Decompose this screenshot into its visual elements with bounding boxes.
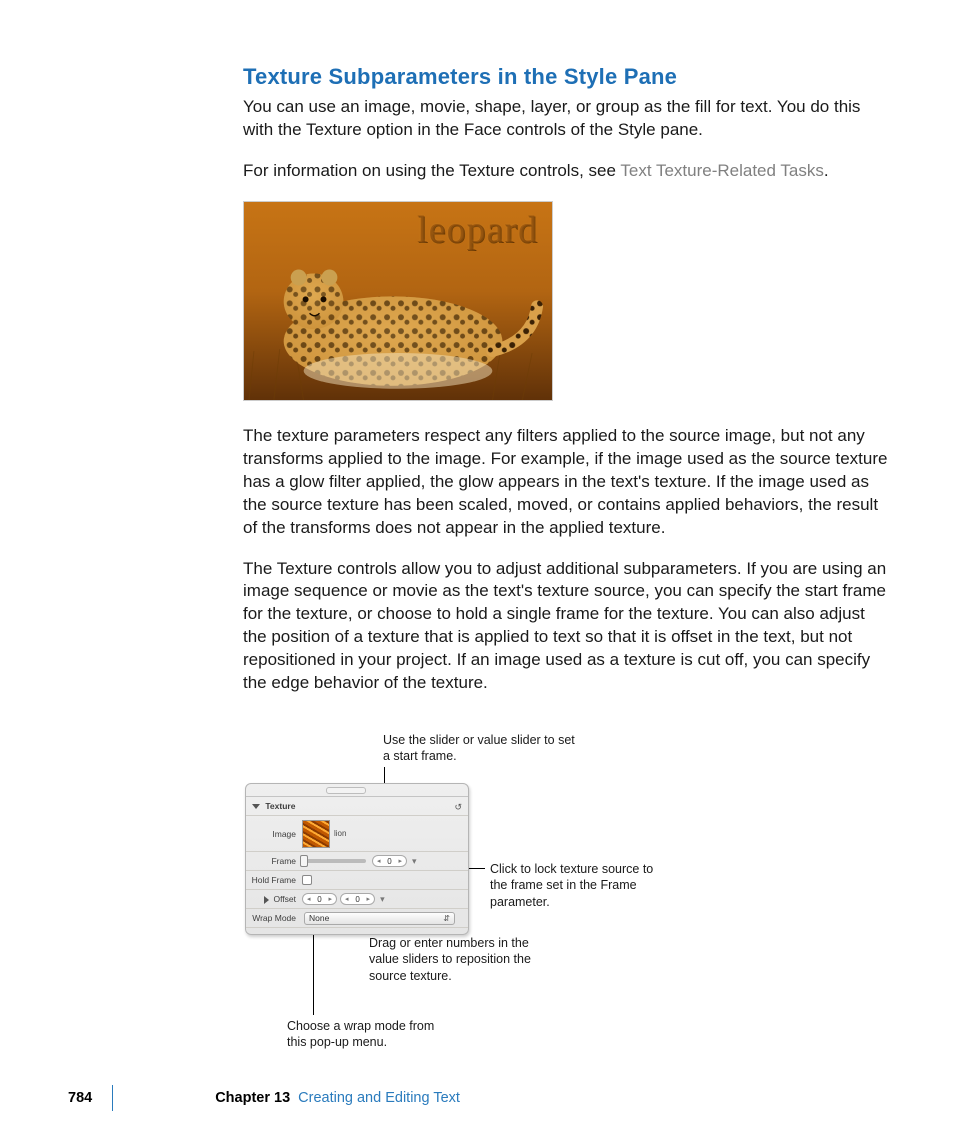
frame-slider[interactable] [302, 859, 366, 863]
panel-tab-stub [326, 787, 366, 794]
wrap-mode-value: None [309, 913, 329, 923]
paragraph-4: The Texture controls allow you to adjust… [243, 558, 889, 696]
stepper-left-icon[interactable]: ◂ [305, 895, 313, 903]
panel-tab-strip [246, 784, 468, 797]
footer-divider [112, 1085, 113, 1111]
label-hold-frame: Hold Frame [246, 875, 302, 885]
page-footer: 784 Chapter 13 Creating and Editing Text [68, 1085, 460, 1111]
slider-thumb-icon[interactable] [300, 855, 308, 867]
label-wrap-mode: Wrap Mode [246, 913, 302, 923]
paragraph-1: You can use an image, movie, shape, laye… [243, 96, 889, 142]
stepper-right-icon[interactable]: ▸ [365, 895, 373, 903]
paragraph-2-pre: For information on using the Texture con… [243, 161, 620, 180]
chapter-label: Chapter 13 [215, 1090, 290, 1106]
stepper-left-icon[interactable]: ◂ [375, 857, 383, 865]
callout-wrap-mode: Choose a wrap mode from this pop-up menu… [287, 1018, 457, 1051]
param-menu-icon[interactable]: ▾ [412, 856, 417, 867]
wrap-mode-popup[interactable]: None ⇵ [304, 912, 455, 925]
page-number: 784 [68, 1090, 92, 1106]
disclosure-triangle-icon[interactable] [264, 896, 269, 904]
callout-start-frame: Use the slider or value slider to set a … [383, 732, 583, 765]
label-offset: Offset [273, 894, 296, 904]
section-heading: Texture Subparameters in the Style Pane [243, 64, 889, 90]
disclosure-triangle-icon[interactable] [252, 804, 260, 809]
stepper-right-icon[interactable]: ▸ [397, 857, 405, 865]
param-menu-icon[interactable]: ▾ [380, 894, 385, 905]
texture-section-label: Texture [265, 801, 295, 811]
callout-offset: Drag or enter numbers in the value slide… [369, 935, 539, 984]
offset-x-value-slider[interactable]: ◂ 0 ▸ [302, 893, 337, 905]
stepper-left-icon[interactable]: ◂ [343, 895, 351, 903]
paragraph-2-post: . [824, 161, 829, 180]
row-image: Image lion [246, 816, 468, 852]
label-frame: Frame [246, 856, 302, 866]
row-texture-header[interactable]: Texture ↺ [246, 797, 468, 816]
row-offset: Offset ◂ 0 ▸ ◂ 0 ▸ ▾ [246, 890, 468, 909]
reset-icon[interactable]: ↺ [454, 802, 462, 813]
callout-hold-frame: Click to lock texture source to the fram… [490, 861, 665, 910]
paragraph-3: The texture parameters respect any filte… [243, 425, 889, 540]
paragraph-2: For information on using the Texture con… [243, 160, 889, 183]
stepper-right-icon[interactable]: ▸ [327, 895, 335, 903]
label-image: Image [246, 829, 302, 839]
row-wrap-mode: Wrap Mode None ⇵ [246, 909, 468, 928]
row-hold-frame: Hold Frame [246, 871, 468, 890]
popup-chevron-icon: ⇵ [443, 914, 450, 923]
figure-leopard-text: leopard [417, 208, 538, 252]
texture-panel: Texture ↺ Image lion Frame ◂ 0 ▸ ▾ [245, 783, 469, 935]
offset-y-value-slider[interactable]: ◂ 0 ▸ [340, 893, 375, 905]
panel-bottom-edge [246, 928, 468, 934]
frame-value[interactable]: 0 [383, 857, 397, 866]
link-text-texture-tasks[interactable]: Text Texture-Related Tasks [620, 161, 823, 180]
hold-frame-checkbox[interactable] [302, 875, 312, 885]
offset-y-value[interactable]: 0 [351, 895, 365, 904]
offset-x-value[interactable]: 0 [313, 895, 327, 904]
row-frame: Frame ◂ 0 ▸ ▾ [246, 852, 468, 871]
frame-value-slider[interactable]: ◂ 0 ▸ [372, 855, 407, 867]
figure-leopard: leopard [243, 201, 553, 401]
chapter-title: Creating and Editing Text [298, 1090, 460, 1106]
image-well-name: lion [334, 829, 346, 838]
image-well[interactable] [302, 820, 330, 848]
